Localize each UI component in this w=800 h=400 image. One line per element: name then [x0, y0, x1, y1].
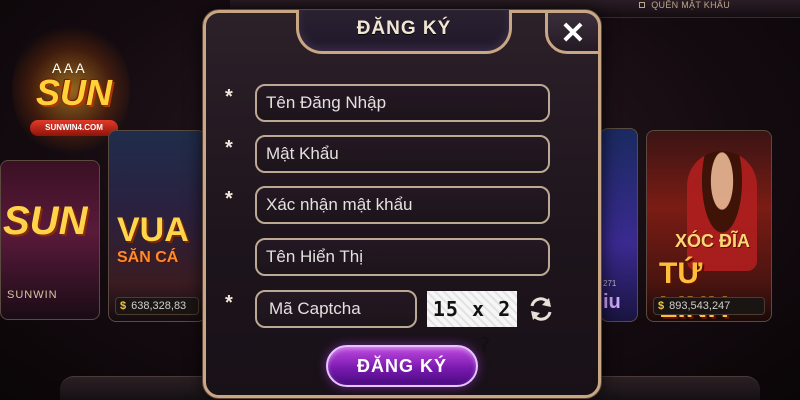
forgot-password-link[interactable]: QUÊN MẬT KHẨU — [639, 0, 730, 12]
logo-brand: SUN — [35, 72, 112, 113]
required-mark: * — [225, 188, 233, 210]
jackpot-value: 893,543,247 — [669, 300, 731, 312]
lock-icon — [639, 2, 646, 8]
close-icon: ✕ — [560, 17, 586, 50]
forgot-password-label: QUÊN MẬT KHẨU — [651, 0, 730, 10]
captcha-input[interactable]: Mã Captcha — [255, 290, 417, 328]
game-title: SUN — [3, 199, 88, 243]
game-card-partial[interactable]: 271 iu — [600, 128, 638, 322]
game-subtitle: SĂN CÁ — [117, 249, 179, 266]
game-card-xoc-dia-tu-linh[interactable]: XÓC ĐĨA TỨ LINH $893,543,247 — [646, 130, 772, 322]
dialog-title: ĐĂNG KÝ — [356, 18, 452, 39]
dealer-illustration — [687, 151, 757, 271]
confirm-password-row: * Xác nhận mật khẩu — [225, 186, 565, 224]
game-card-sunwin[interactable]: SUN SUNWIN — [0, 160, 100, 320]
username-row: * Tên Đăng Nhập — [225, 84, 565, 122]
logo-ribbon: SUNWIN4.COM — [30, 120, 118, 136]
game-title-line1: XÓC ĐĨA — [675, 231, 751, 251]
game-lobby-screen: QUÊN MẬT KHẨU A A A SUN SUNWIN4.COM SUN … — [0, 0, 800, 400]
required-mark: * — [225, 292, 233, 314]
jackpot-bar: $638,328,83 — [115, 297, 199, 315]
display-name-row: Tên Hiển Thị — [225, 238, 565, 276]
password-row: * Mật Khẩu — [225, 135, 565, 173]
password-input[interactable]: Mật Khẩu — [255, 135, 550, 173]
jackpot-value: 638,328,83 — [131, 300, 187, 312]
required-mark: * — [225, 86, 233, 108]
dollar-icon: $ — [658, 300, 665, 312]
game-subtitle: SUNWIN — [7, 289, 58, 301]
dialog-header: ĐĂNG KÝ — [296, 10, 512, 54]
display-name-input[interactable]: Tên Hiển Thị — [255, 238, 550, 276]
confirm-password-input[interactable]: Xác nhận mật khẩu — [255, 186, 550, 224]
close-button[interactable]: ✕ — [545, 10, 601, 54]
username-input[interactable]: Tên Đăng Nhập — [255, 84, 550, 122]
game-count: 271 — [603, 279, 617, 288]
game-title: VUA — [117, 211, 189, 249]
captcha-image: 15 x 2 = ? — [427, 291, 517, 357]
register-submit-button[interactable]: ĐĂNG KÝ — [326, 345, 478, 387]
game-title: iu — [603, 291, 621, 313]
game-card-vua-san-ca[interactable]: VUA SĂN CÁ $638,328,83 — [108, 130, 206, 322]
jackpot-bar: $893,543,247 — [653, 297, 765, 315]
required-mark: * — [225, 137, 233, 159]
refresh-icon[interactable] — [527, 295, 555, 323]
dollar-icon: $ — [120, 300, 127, 312]
